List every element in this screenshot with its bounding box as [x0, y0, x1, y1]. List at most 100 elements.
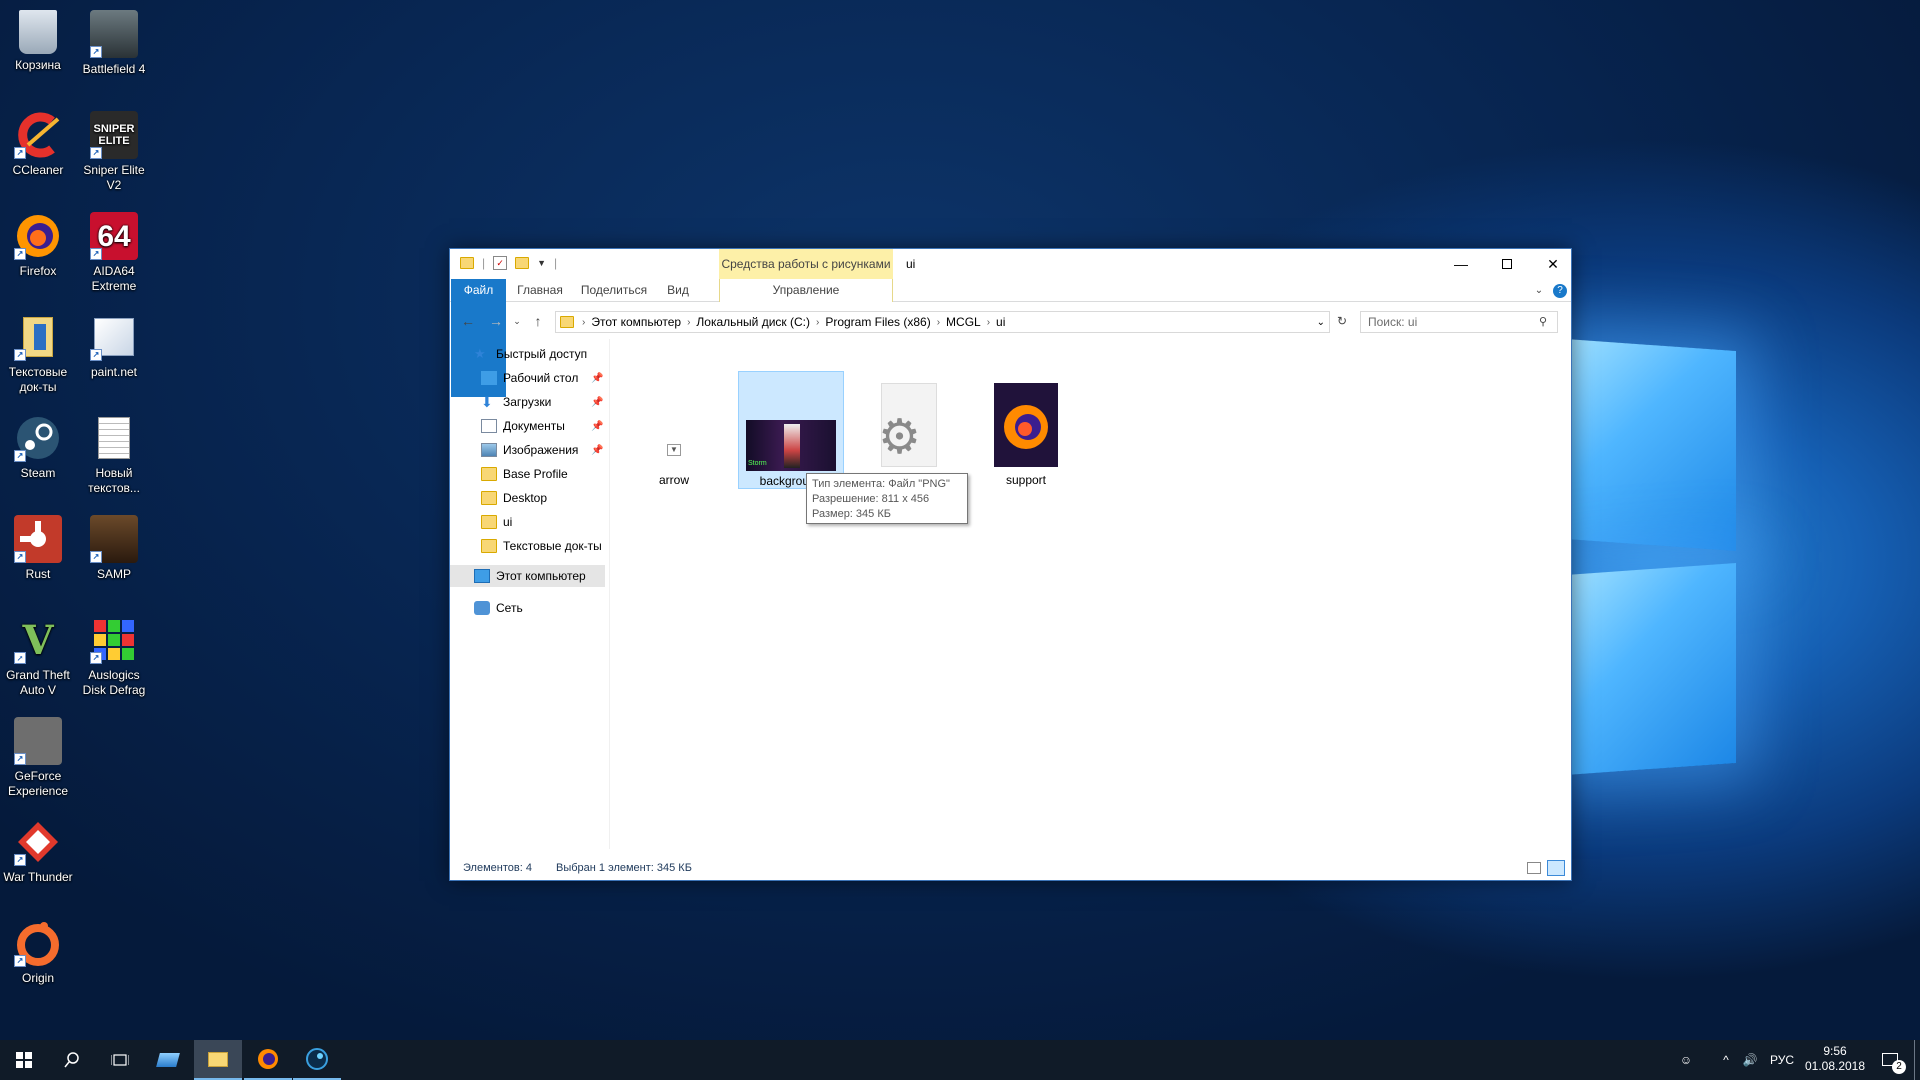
tab-share[interactable]: Поделиться: [574, 279, 654, 302]
details-view-icon[interactable]: [1527, 862, 1541, 874]
clock[interactable]: 9:56 01.08.2018: [1800, 1040, 1870, 1080]
desktop-icon-text-docs[interactable]: ↗ Текстовые док-ты: [0, 307, 76, 395]
file-item-arrow[interactable]: ▼ arrow: [621, 371, 727, 489]
desktop-icon-defrag[interactable]: ↗ Auslogics Disk Defrag: [76, 610, 152, 698]
address-bar[interactable]: › Этот компьютер › Локальный диск (C:) › Pr…: [555, 311, 1330, 333]
search-icon[interactable]: [48, 1040, 96, 1080]
pinned-app-icon[interactable]: [144, 1040, 192, 1080]
gear-icon: ⚙: [878, 411, 922, 464]
desktop-icon-paintnet[interactable]: ↗ paint.net: [76, 307, 152, 380]
file-item-style[interactable]: ⚙ style: [856, 371, 962, 489]
file-list: ▼ arrow Storm background ⚙ style support…: [611, 339, 1571, 849]
tab-home[interactable]: Главная: [508, 279, 572, 302]
folder-icon: [481, 539, 497, 553]
volume-icon[interactable]: 🔊: [1738, 1040, 1762, 1080]
chevron-down-icon[interactable]: ▼: [537, 258, 546, 268]
title-bar[interactable]: | ✓ ▼ | Средства работы с рисунками ui —…: [450, 249, 1571, 280]
star-icon: ★: [474, 346, 486, 361]
breadcrumb-item[interactable]: Program Files (x86): [825, 315, 930, 329]
defrag-icon: ↗: [90, 616, 138, 664]
desktop-icon-gta-v[interactable]: V ↗ Grand Theft Auto V: [0, 610, 76, 698]
pin-icon: 📌: [591, 397, 604, 408]
forward-button[interactable]: →: [486, 311, 506, 331]
nav-network[interactable]: Сеть: [474, 597, 523, 619]
steam-icon: ↗: [14, 414, 62, 462]
geforce-icon: ↗: [14, 717, 62, 765]
nav-item-ui[interactable]: ui: [481, 511, 512, 533]
close-button[interactable]: ✕: [1530, 249, 1576, 279]
notification-badge: 2: [1892, 1060, 1906, 1074]
breadcrumb-item[interactable]: MCGL: [946, 315, 981, 329]
war-thunder-icon: ↗: [14, 818, 62, 866]
tab-manage[interactable]: Управление: [719, 279, 893, 302]
desktop-icon-ccleaner[interactable]: ↗ CCleaner: [0, 105, 76, 178]
nav-item-text-docs[interactable]: Текстовые док-ты: [481, 535, 602, 557]
desktop-icon-sniper-elite[interactable]: SNIPER ELITE ↗ Sniper Elite V2: [76, 105, 152, 193]
firefox-taskbar-icon[interactable]: [244, 1040, 292, 1080]
file-item-background[interactable]: Storm background: [738, 371, 844, 489]
gta-v-icon: V ↗: [14, 616, 62, 664]
desktop-icon-battlefield[interactable]: ↗ Battlefield 4: [76, 4, 152, 77]
documents-icon: [481, 419, 497, 433]
nav-item-base-profile[interactable]: Base Profile: [481, 463, 568, 485]
recycle-bin-icon: [19, 10, 57, 54]
nav-item-documents[interactable]: Документы: [481, 415, 565, 437]
help-icon[interactable]: ?: [1553, 284, 1567, 298]
minimize-button[interactable]: —: [1438, 249, 1484, 279]
show-desktop-button[interactable]: [1914, 1040, 1915, 1080]
desktop-icon-recycle-bin[interactable]: Корзина: [0, 4, 76, 73]
back-button[interactable]: ←: [458, 311, 478, 331]
nav-item-pictures[interactable]: Изображения: [481, 439, 578, 461]
properties-icon[interactable]: ✓: [493, 256, 508, 270]
nav-item-desktop-folder[interactable]: Desktop: [481, 487, 547, 509]
refresh-icon[interactable]: ↻: [1332, 311, 1352, 331]
desktop-icon-aida64[interactable]: 64 ↗ AIDA64 Extreme: [76, 206, 152, 294]
pin-icon: 📌: [591, 421, 604, 432]
desktop-icon-origin[interactable]: ↗ Origin: [0, 913, 76, 986]
desktop-icon-new-text[interactable]: Новый текстов...: [76, 408, 152, 496]
nav-item-downloads[interactable]: ⬇ Загрузки: [481, 391, 551, 413]
file-tooltip: Тип элемента: Файл "PNG" Разрешение: 811…: [806, 473, 968, 524]
recent-locations-icon[interactable]: ⌄: [507, 311, 527, 331]
task-view-icon[interactable]: [96, 1040, 144, 1080]
language-indicator[interactable]: РУС: [1764, 1040, 1800, 1080]
desktop-icon-rust[interactable]: ↗ Rust: [0, 509, 76, 582]
desktop-icon-war-thunder[interactable]: ↗ War Thunder: [0, 812, 76, 885]
sniper-elite-icon: SNIPER ELITE ↗: [90, 111, 138, 159]
nav-this-pc[interactable]: Этот компьютер: [450, 565, 605, 587]
window-title: ui: [906, 257, 916, 271]
expand-ribbon-icon[interactable]: ⌄: [1530, 279, 1548, 302]
new-folder-icon[interactable]: [515, 257, 530, 269]
file-explorer-taskbar-icon[interactable]: [194, 1040, 242, 1080]
desktop-icon-samp[interactable]: ↗ SAMP: [76, 509, 152, 582]
desktop-icon-label: SAMP: [96, 567, 131, 581]
nav-item-desktop[interactable]: Рабочий стол: [481, 367, 578, 389]
desktop-icon-label: paint.net: [90, 365, 138, 379]
breadcrumb-item[interactable]: ui: [996, 315, 1005, 329]
game-launcher-taskbar-icon[interactable]: [293, 1040, 341, 1080]
search-icon[interactable]: ⚲: [1539, 315, 1547, 328]
desktop-icon-label: Rust: [25, 567, 51, 581]
start-button[interactable]: [0, 1040, 48, 1080]
file-item-support[interactable]: support: [973, 371, 1079, 489]
search-input[interactable]: Поиск: ui: [1360, 311, 1558, 333]
desktop-icon-steam[interactable]: ↗ Steam: [0, 408, 76, 481]
show-hidden-icons[interactable]: ^: [1716, 1040, 1736, 1080]
people-icon[interactable]: ☺: [1674, 1040, 1698, 1080]
maximize-button[interactable]: [1484, 249, 1530, 279]
chevron-down-icon[interactable]: ⌄: [1317, 317, 1325, 328]
firefox-document-icon: [978, 377, 1074, 473]
clock-date: 01.08.2018: [1804, 1059, 1866, 1073]
desktop-icon-geforce[interactable]: ↗ GeForce Experience: [0, 711, 76, 799]
large-icons-view-icon[interactable]: [1547, 860, 1565, 876]
desktop-icon-label: Grand Theft Auto V: [6, 668, 70, 697]
notifications-button[interactable]: 2: [1872, 1040, 1908, 1080]
tab-view[interactable]: Вид: [656, 279, 700, 302]
breadcrumb-item[interactable]: Локальный диск (C:): [696, 315, 810, 329]
nav-quick-access[interactable]: ★ Быстрый доступ: [474, 343, 587, 365]
file-explorer-window[interactable]: | ✓ ▼ | Средства работы с рисунками ui —…: [449, 248, 1572, 881]
desktop-icon-firefox[interactable]: ↗ Firefox: [0, 206, 76, 279]
up-button[interactable]: ↑: [528, 311, 548, 331]
aida-logo-text: 64: [97, 219, 131, 253]
breadcrumb-item[interactable]: Этот компьютер: [591, 315, 681, 329]
